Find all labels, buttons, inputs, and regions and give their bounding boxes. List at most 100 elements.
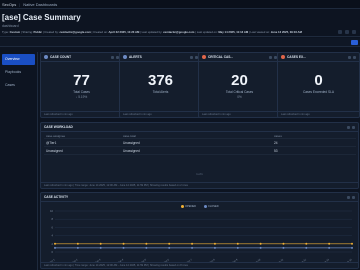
card-header: CASES EX...	[278, 53, 359, 62]
header-actions	[338, 30, 356, 34]
card-label: Total Alerts	[152, 90, 169, 94]
data-point-opened	[54, 242, 56, 245]
data-point-closed	[76, 246, 79, 249]
critical-icon	[202, 55, 206, 59]
card-header: ALERTS	[120, 53, 201, 62]
data-point-closed	[236, 246, 239, 249]
header-divider	[0, 36, 360, 37]
card-title: CASE COUNT	[50, 55, 72, 59]
expand-icon[interactable]	[111, 56, 114, 59]
card-value: 376	[147, 72, 174, 89]
data-point-closed	[145, 246, 148, 249]
more-icon[interactable]	[352, 196, 355, 199]
case-workload-panel: CASE WORKLOAD case.assignee case.total c…	[40, 122, 359, 189]
card-value: 0	[314, 72, 323, 89]
data-point-opened	[76, 242, 79, 245]
expand-icon[interactable]	[347, 196, 350, 199]
data-point-closed	[99, 246, 102, 249]
data-point-opened	[191, 242, 194, 245]
data-point-opened	[236, 242, 239, 245]
card-tools	[190, 56, 198, 59]
data-point-closed	[282, 246, 285, 249]
expand-icon[interactable]	[269, 56, 272, 59]
y-tick-label: 6	[52, 225, 54, 229]
table-row[interactable]: @Tier1 Unassigned 24	[44, 139, 356, 147]
card-tools	[269, 56, 277, 59]
card-change: 0%	[237, 95, 242, 99]
data-point-closed	[168, 246, 171, 249]
page-title: [ase] Case Summary	[2, 13, 81, 22]
data-point-closed	[351, 246, 353, 249]
sidebar: Overview Playbooks Cases	[0, 52, 38, 270]
card-label: Cases Exceeded SLA	[302, 90, 334, 94]
card-change: ↓ 5.19%	[75, 95, 88, 99]
card-header: CASE COUNT	[41, 53, 122, 62]
card-footer: Last refreshed 1 min ago	[120, 111, 201, 117]
more-icon[interactable]	[352, 126, 355, 129]
breadcrumb-native-dashboards[interactable]: Native Dashboards	[23, 2, 57, 7]
critical-cases-card: CRITICAL CAS... 20 Total Critical Cases …	[198, 52, 281, 118]
case-activity-chart: 0246810Jun 1 Jun 2 Jun 3 Jun 4 Jun 5 Jun 6 Jun…	[49, 209, 353, 263]
card-title: ALERTS	[129, 55, 142, 59]
sidebar-item-playbooks[interactable]: Playbooks	[2, 67, 35, 78]
case-icon	[44, 55, 48, 59]
edit-icon[interactable]	[345, 30, 349, 34]
data-point-closed	[213, 246, 216, 249]
breadcrumb-separator: |	[19, 1, 21, 7]
data-point-opened	[328, 242, 331, 245]
legend-item-opened[interactable]: OPENED	[181, 205, 196, 208]
data-point-closed	[305, 246, 308, 249]
alerts-card: ALERTS 376 Total Alerts Last refreshed 1…	[119, 52, 202, 118]
data-point-opened	[259, 242, 262, 245]
data-point-opened	[145, 242, 148, 245]
filter-button[interactable]	[351, 40, 358, 45]
card-header: CRITICAL CAS...	[199, 53, 280, 62]
more-icon[interactable]	[353, 56, 356, 59]
panel-tools	[347, 196, 355, 199]
panel-footer: Last refreshed 1 min ago | Time range: J…	[41, 182, 358, 188]
y-tick-label: 10	[50, 209, 53, 213]
card-title: CASES EX...	[287, 55, 306, 59]
card-value: 77	[73, 72, 90, 89]
more-icon[interactable]	[352, 30, 356, 34]
table-pager[interactable]: 1 of 1	[41, 173, 358, 176]
card-footer: Last refreshed 1 min ago	[278, 111, 359, 117]
case-activity-panel: CASE ACTIVITY OPENED CLOSED 0 2 4 6 8 10 Jun 1…	[40, 192, 359, 269]
data-point-opened	[213, 242, 216, 245]
workload-table: case.assignee case.total cases @Tier1 Un…	[44, 133, 356, 155]
card-tools	[111, 56, 119, 59]
legend-item-closed[interactable]: CLOSED	[203, 205, 219, 208]
data-point-closed	[191, 246, 194, 249]
y-tick-label: 2	[52, 242, 54, 246]
panel-title: CASE ACTIVITY	[44, 195, 69, 199]
sla-icon	[281, 55, 285, 59]
dashboard-metadata: Type: Custom | Sharing: Public | Created…	[2, 30, 302, 34]
panel-tools	[347, 126, 355, 129]
y-tick-label: 4	[52, 234, 54, 238]
panel-title: CASE WORKLOAD	[44, 125, 73, 129]
card-value: 20	[231, 72, 248, 89]
data-point-closed	[54, 246, 56, 249]
cases-exceeded-sla-card: CASES EX... 0 Cases Exceeded SLA Last re…	[277, 52, 360, 118]
card-footer: Last refreshed 1 min ago	[41, 111, 122, 117]
y-tick-label: 8	[52, 217, 54, 221]
expand-icon[interactable]	[347, 126, 350, 129]
sidebar-item-overview[interactable]: Overview	[2, 54, 35, 65]
table-row[interactable]: Unassigned Unassigned 53	[44, 147, 356, 155]
brand-name[interactable]: SecOps	[2, 2, 16, 7]
data-point-opened	[282, 242, 285, 245]
card-title: CRITICAL CAS...	[208, 55, 234, 59]
alert-icon	[123, 55, 127, 59]
page-subtitle: dashboard	[2, 24, 19, 28]
data-point-opened	[305, 242, 308, 245]
data-point-opened	[351, 242, 353, 245]
share-icon[interactable]	[338, 30, 342, 34]
sidebar-item-cases[interactable]: Cases	[2, 80, 35, 91]
data-point-closed	[259, 246, 262, 249]
expand-icon[interactable]	[190, 56, 193, 59]
card-footer: Last refreshed 1 min ago	[199, 111, 280, 117]
data-point-closed	[328, 246, 331, 249]
expand-icon[interactable]	[348, 56, 351, 59]
data-point-closed	[122, 246, 125, 249]
y-tick-label: 0	[52, 250, 54, 254]
